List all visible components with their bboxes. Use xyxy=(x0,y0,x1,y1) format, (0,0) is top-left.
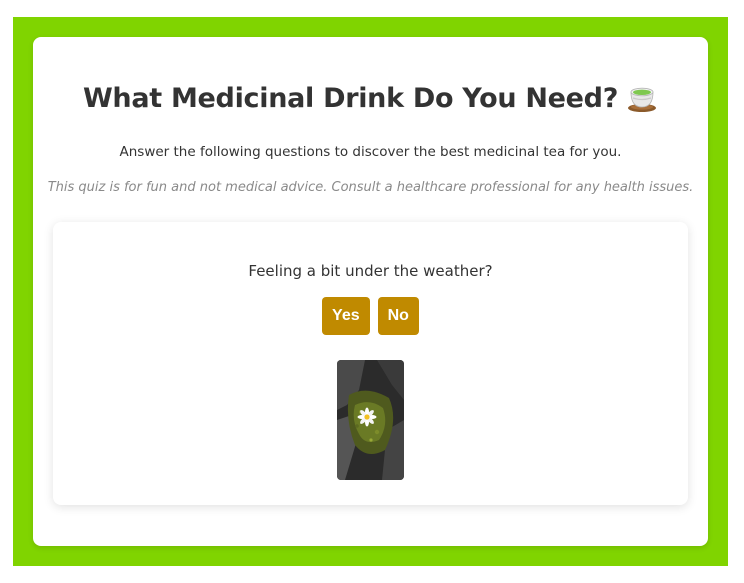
yes-button[interactable]: Yes xyxy=(322,297,370,335)
question-text: Feeling a bit under the weather? xyxy=(248,262,493,280)
teacup-icon xyxy=(628,87,657,112)
page-title: What Medicinal Drink Do You Need? xyxy=(33,81,708,117)
subtitle: Answer the following questions to discov… xyxy=(119,144,622,160)
page-frame: What Medicinal Drink Do You Need? Answer… xyxy=(13,17,728,566)
question-panel: Feeling a bit under the weather? Yes No xyxy=(53,222,688,505)
daisy-photo xyxy=(337,360,404,480)
no-button[interactable]: No xyxy=(377,297,419,335)
answer-buttons: Yes No xyxy=(53,297,688,335)
title-text: What Medicinal Drink Do You Need? xyxy=(82,83,619,114)
quiz-card: What Medicinal Drink Do You Need? Answer… xyxy=(33,37,708,546)
disclaimer-text: This quiz is for fun and not medical adv… xyxy=(47,180,694,195)
